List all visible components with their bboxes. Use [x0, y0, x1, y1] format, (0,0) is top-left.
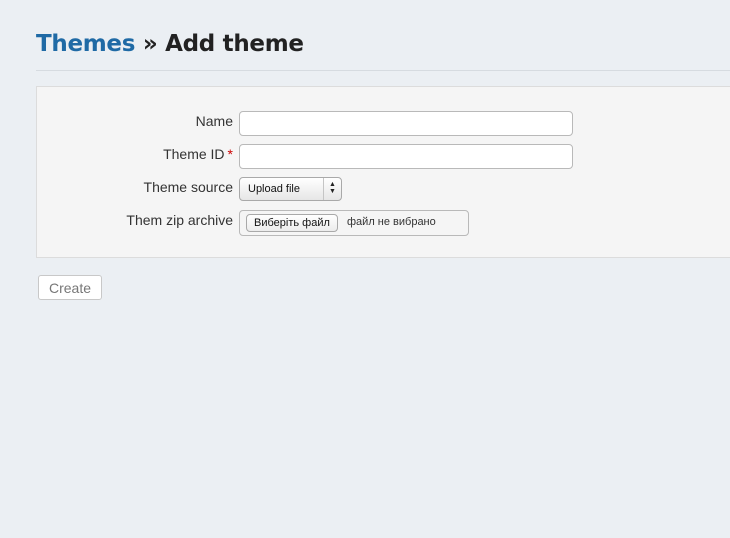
name-label: Name: [195, 113, 233, 129]
zip-archive-row: Them zip archive Виберіть файл файл не в…: [37, 210, 730, 236]
theme-source-label: Theme source: [143, 179, 233, 195]
theme-id-input[interactable]: [239, 144, 573, 169]
breadcrumb-themes-link[interactable]: Themes: [36, 31, 135, 57]
page-header: Themes » Add theme: [36, 26, 730, 71]
select-arrows-icon: ▲ ▼: [329, 181, 336, 195]
theme-source-selected-value: Upload file: [248, 183, 300, 195]
theme-id-row: Theme ID *: [37, 144, 730, 170]
zip-archive-label: Them zip archive: [126, 212, 233, 228]
required-marker: *: [227, 146, 233, 162]
create-button[interactable]: Create: [38, 275, 102, 300]
name-input[interactable]: [239, 111, 573, 136]
page-title-text: Add theme: [165, 31, 304, 57]
page-title: Themes » Add theme: [36, 26, 730, 62]
file-status-text: файл не вибрано: [347, 216, 436, 228]
select-divider: [323, 178, 324, 200]
theme-id-label: Theme ID *: [163, 146, 233, 162]
theme-source-select[interactable]: Upload file ▲ ▼: [239, 177, 342, 201]
name-row: Name: [37, 111, 730, 137]
choose-file-button[interactable]: Виберіть файл: [246, 214, 338, 232]
breadcrumb-separator: »: [142, 31, 158, 57]
theme-id-label-text: Theme ID: [163, 146, 225, 162]
zip-archive-file-input[interactable]: Виберіть файл файл не вибрано: [239, 210, 469, 236]
theme-source-row: Theme source Upload file ▲ ▼: [37, 177, 730, 203]
theme-form: Name Theme ID * Theme source Upload file …: [36, 86, 730, 258]
